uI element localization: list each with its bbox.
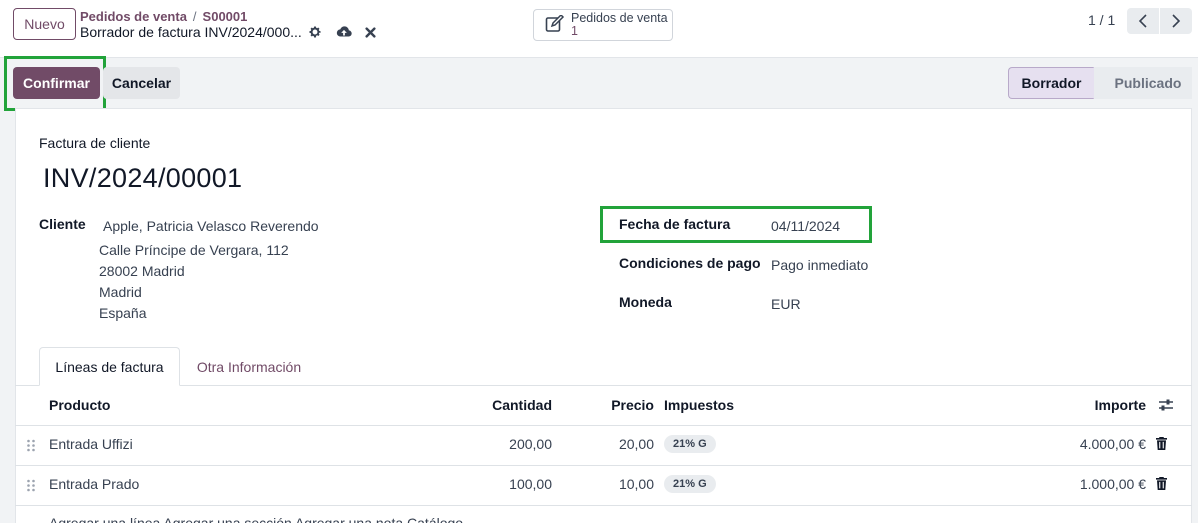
customer-name[interactable]: Apple, Patricia Velasco Reverendo bbox=[103, 218, 319, 234]
row-product[interactable]: Entrada Prado bbox=[49, 476, 139, 492]
new-button[interactable]: Nuevo bbox=[13, 8, 76, 40]
column-header-quantity[interactable]: Cantidad bbox=[492, 397, 552, 413]
confirm-button[interactable]: Confirmar bbox=[13, 67, 100, 99]
drag-handle-icon[interactable] bbox=[26, 439, 36, 455]
address-line: Madrid bbox=[99, 284, 142, 300]
trash-icon[interactable] bbox=[1156, 477, 1167, 493]
tax-badge[interactable]: 21% G bbox=[664, 475, 716, 493]
payment-terms-field[interactable]: Pago inmediato bbox=[771, 257, 868, 273]
column-header-price[interactable]: Precio bbox=[611, 397, 654, 413]
currency-field[interactable]: EUR bbox=[771, 296, 801, 312]
breadcrumb-parent-link[interactable]: Pedidos de venta bbox=[80, 9, 187, 24]
chevron-right-icon bbox=[1172, 14, 1181, 28]
row-quantity[interactable]: 100,00 bbox=[509, 476, 552, 492]
trash-icon[interactable] bbox=[1156, 437, 1167, 453]
sale-orders-smart-button[interactable]: Pedidos de venta 1 bbox=[533, 9, 673, 41]
breadcrumb: Pedidos de venta / S00001 bbox=[80, 9, 247, 24]
drag-handle-icon[interactable] bbox=[26, 479, 36, 495]
pager-value[interactable]: 1 / 1 bbox=[1088, 12, 1115, 28]
cloud-upload-icon[interactable] bbox=[336, 25, 352, 39]
pager-next-button[interactable] bbox=[1160, 8, 1192, 34]
record-title-row: Borrador de factura INV/2024/000... bbox=[80, 24, 376, 40]
document-type: Factura de cliente bbox=[39, 135, 151, 151]
smart-button-text: Pedidos de venta 1 bbox=[571, 12, 668, 38]
address-line: Calle Príncipe de Vergara, 112 bbox=[99, 242, 289, 258]
customer-label: Cliente bbox=[39, 216, 86, 232]
tab-invoice-lines[interactable]: Líneas de factura bbox=[39, 347, 180, 386]
edit-icon bbox=[545, 13, 565, 36]
invoice-date-label: Fecha de factura bbox=[619, 216, 731, 232]
column-header-amount[interactable]: Importe bbox=[1095, 397, 1146, 413]
currency-label: Moneda bbox=[619, 294, 672, 310]
record-title: Borrador de factura INV/2024/000... bbox=[80, 24, 302, 40]
document-name: INV/2024/00001 bbox=[43, 163, 243, 193]
address-line: España bbox=[99, 305, 147, 321]
row-amount: 1.000,00 € bbox=[1079, 476, 1146, 492]
gear-icon[interactable] bbox=[308, 25, 322, 39]
column-header-product[interactable]: Producto bbox=[49, 397, 110, 413]
table-row[interactable] bbox=[15, 465, 1192, 505]
smart-button-label: Pedidos de venta bbox=[571, 11, 668, 25]
customer-address: Calle Príncipe de Vergara, 112 28002 Mad… bbox=[99, 240, 289, 324]
control-panel: Nuevo Pedidos de venta / S00001 Borrador… bbox=[0, 0, 1198, 58]
stage-draft[interactable]: Borrador bbox=[1008, 67, 1094, 99]
table-row[interactable] bbox=[15, 425, 1192, 465]
row-quantity[interactable]: 200,00 bbox=[509, 436, 552, 452]
breadcrumb-separator: / bbox=[192, 9, 197, 24]
column-header-taxes[interactable]: Impuestos bbox=[664, 397, 734, 413]
add-line-links[interactable]: Agregar una línea Agregar una sección Ag… bbox=[49, 515, 463, 523]
cancel-button[interactable]: Cancelar bbox=[103, 67, 180, 99]
tab-other-info[interactable]: Otra Información bbox=[180, 347, 318, 386]
row-price[interactable]: 20,00 bbox=[619, 436, 654, 452]
address-line: 28002 Madrid bbox=[99, 263, 185, 279]
column-settings-icon[interactable] bbox=[1158, 398, 1174, 415]
stage-posted[interactable]: Publicado bbox=[1094, 67, 1192, 99]
row-amount: 4.000,00 € bbox=[1079, 436, 1146, 452]
row-price[interactable]: 10,00 bbox=[619, 476, 654, 492]
close-icon[interactable] bbox=[365, 26, 376, 38]
smart-button-value: 1 bbox=[571, 24, 578, 38]
payment-terms-label: Condiciones de pago bbox=[619, 255, 761, 271]
tax-badge[interactable]: 21% G bbox=[664, 435, 716, 453]
invoice-date-field[interactable]: 04/11/2024 bbox=[771, 218, 840, 234]
chevron-left-icon bbox=[1138, 14, 1147, 28]
row-product[interactable]: Entrada Uffizi bbox=[49, 436, 133, 452]
pager-previous-button[interactable] bbox=[1127, 8, 1159, 34]
breadcrumb-current-link[interactable]: S00001 bbox=[203, 9, 248, 24]
